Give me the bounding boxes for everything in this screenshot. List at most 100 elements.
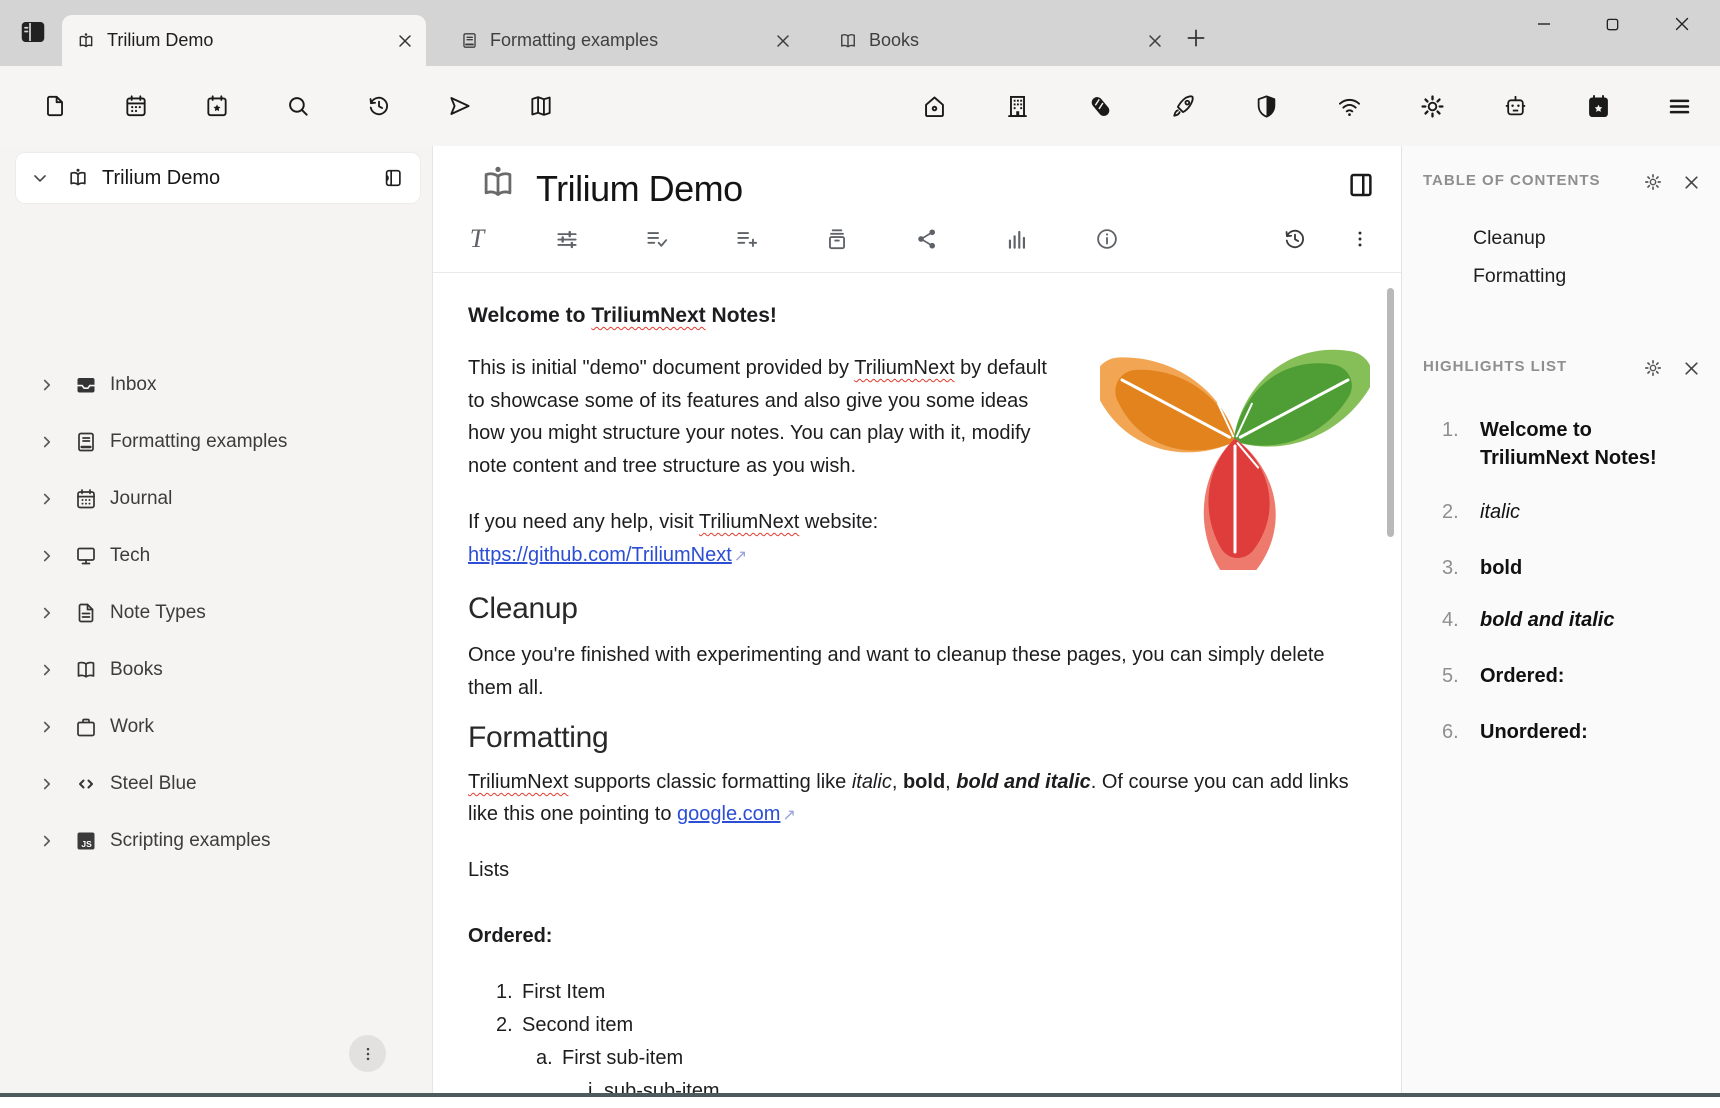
note-map-button[interactable] [527,92,555,120]
highlights-close-button[interactable] [1680,357,1702,379]
trilium-logo-image [1100,335,1370,570]
sidebar-item-inbox[interactable]: Inbox [0,356,433,413]
jump-to-note-button[interactable] [446,92,474,120]
chevron-right-icon[interactable] [38,661,56,679]
shield-launcher[interactable] [1252,92,1280,120]
chevron-right-icon[interactable] [38,718,56,736]
rocket-launcher[interactable] [1169,92,1197,120]
github-link[interactable]: https://github.com/TriliumNext [468,544,732,566]
chevron-right-icon[interactable] [38,775,56,793]
file-text-icon [74,601,98,625]
panel-toggle-icon[interactable] [1346,170,1376,200]
content-paragraph-formatting: TriliumNext supports classic formatting … [468,766,1368,832]
close-icon [1683,360,1700,377]
note-settings-tab[interactable] [554,226,580,252]
toggle-sidebar-button[interactable] [18,17,48,47]
search-button[interactable] [284,92,312,120]
highlight-item[interactable]: 3.bold [1442,554,1704,582]
calendar-launcher[interactable] [1584,92,1612,120]
chevron-right-icon[interactable] [38,547,56,565]
close-icon[interactable] [1148,34,1162,48]
highlights-settings-button[interactable] [1642,357,1664,379]
close-icon[interactable] [776,34,790,48]
tab-formatting-examples[interactable]: Formatting examples [446,15,804,66]
gear-icon [1419,93,1446,120]
toc-item-cleanup[interactable]: Cleanup [1473,227,1546,250]
briefcase-icon [74,715,98,739]
book-reader-icon [66,166,90,190]
sidebar-item-books[interactable]: Books [0,641,433,698]
note-revisions-button[interactable] [1282,226,1308,252]
sidebar-item-note-types[interactable]: Note Types [0,584,433,641]
note-paths-tab[interactable] [824,226,850,252]
sidebar-item-journal[interactable]: Journal [0,470,433,527]
today-button[interactable] [203,92,231,120]
tab-label: Trilium Demo [107,30,398,51]
robot-icon [1502,93,1529,120]
list-item: a.First sub-item [468,1042,720,1075]
maximize-button[interactable] [1596,8,1628,40]
sidebar-item-formatting-examples[interactable]: Formatting examples [0,413,433,470]
tab-label: Formatting examples [490,30,776,51]
similar-notes-tab[interactable] [1004,226,1030,252]
gear-icon [1643,172,1663,192]
close-icon [1674,16,1690,32]
new-tab-button[interactable] [1183,25,1209,51]
note-info-tab[interactable] [1094,226,1120,252]
sidebar-item-work[interactable]: Work [0,698,433,755]
chevron-down-icon[interactable] [30,168,50,188]
marker-launcher[interactable] [1086,92,1114,120]
assistant-launcher[interactable] [1501,92,1529,120]
google-link[interactable]: google.com [677,803,780,825]
tab-trilium-demo[interactable]: Trilium Demo [62,15,426,66]
toc-settings-button[interactable] [1642,171,1664,193]
bar-chart-icon [1004,226,1030,252]
note-title[interactable]: Trilium Demo [536,168,743,210]
close-window-button[interactable] [1666,8,1698,40]
content-scrollbar[interactable] [1387,288,1394,537]
chevron-right-icon[interactable] [38,832,56,850]
inherited-attributes-tab[interactable] [734,226,760,252]
bookmark-toggle-icon[interactable] [382,167,404,189]
highlight-item[interactable]: 1.Welcome to TriliumNext Notes! [1442,416,1704,472]
minimize-button[interactable] [1528,8,1560,40]
sidebar-item-scripting-examples[interactable]: JS Scripting examples [0,812,433,869]
chevron-right-icon[interactable] [38,433,56,451]
sidebar-item-steel-blue[interactable]: Steel Blue [0,755,433,812]
recent-changes-button[interactable] [365,92,393,120]
tab-books[interactable]: Books [824,15,1176,66]
launcher-toolbar [0,66,1720,146]
toc-item-formatting[interactable]: Formatting [1473,265,1566,288]
chevron-right-icon[interactable] [38,604,56,622]
note-map-tab[interactable] [914,226,940,252]
calendar-icon [74,487,98,511]
highlight-item[interactable]: 6.Unordered: [1442,718,1704,746]
highlights-header: HIGHLIGHTS LIST [1423,358,1567,375]
home-launcher[interactable] [920,92,948,120]
note-actions-button[interactable] [1347,226,1373,252]
info-icon [1094,226,1120,252]
highlight-item[interactable]: 2.italic [1442,498,1704,526]
sidebar-item-tech[interactable]: Tech [0,527,433,584]
chevron-right-icon[interactable] [38,376,56,394]
settings-launcher[interactable] [1418,92,1446,120]
list-item: 2.Second item [468,1009,720,1042]
work-launcher[interactable] [1003,92,1031,120]
chevron-right-icon[interactable] [38,490,56,508]
map-icon [528,93,554,119]
menu-button[interactable] [1665,92,1693,120]
close-icon[interactable] [398,34,412,48]
calendar-button[interactable] [122,92,150,120]
basic-properties-tab[interactable]: T [464,226,490,252]
new-note-button[interactable] [41,92,69,120]
tree-root-trilium-demo[interactable]: Trilium Demo [16,153,420,203]
rocket-icon [1170,93,1197,120]
wifi-launcher[interactable] [1335,92,1363,120]
content-heading-formatting: Formatting [468,721,608,755]
highlight-item[interactable]: 4.bold and italic [1442,606,1704,634]
toc-close-button[interactable] [1680,171,1702,193]
tree-more-button[interactable] [349,1035,386,1072]
journal-icon [74,430,98,454]
highlight-item[interactable]: 5.Ordered: [1442,662,1704,690]
owned-attributes-tab[interactable] [644,226,670,252]
